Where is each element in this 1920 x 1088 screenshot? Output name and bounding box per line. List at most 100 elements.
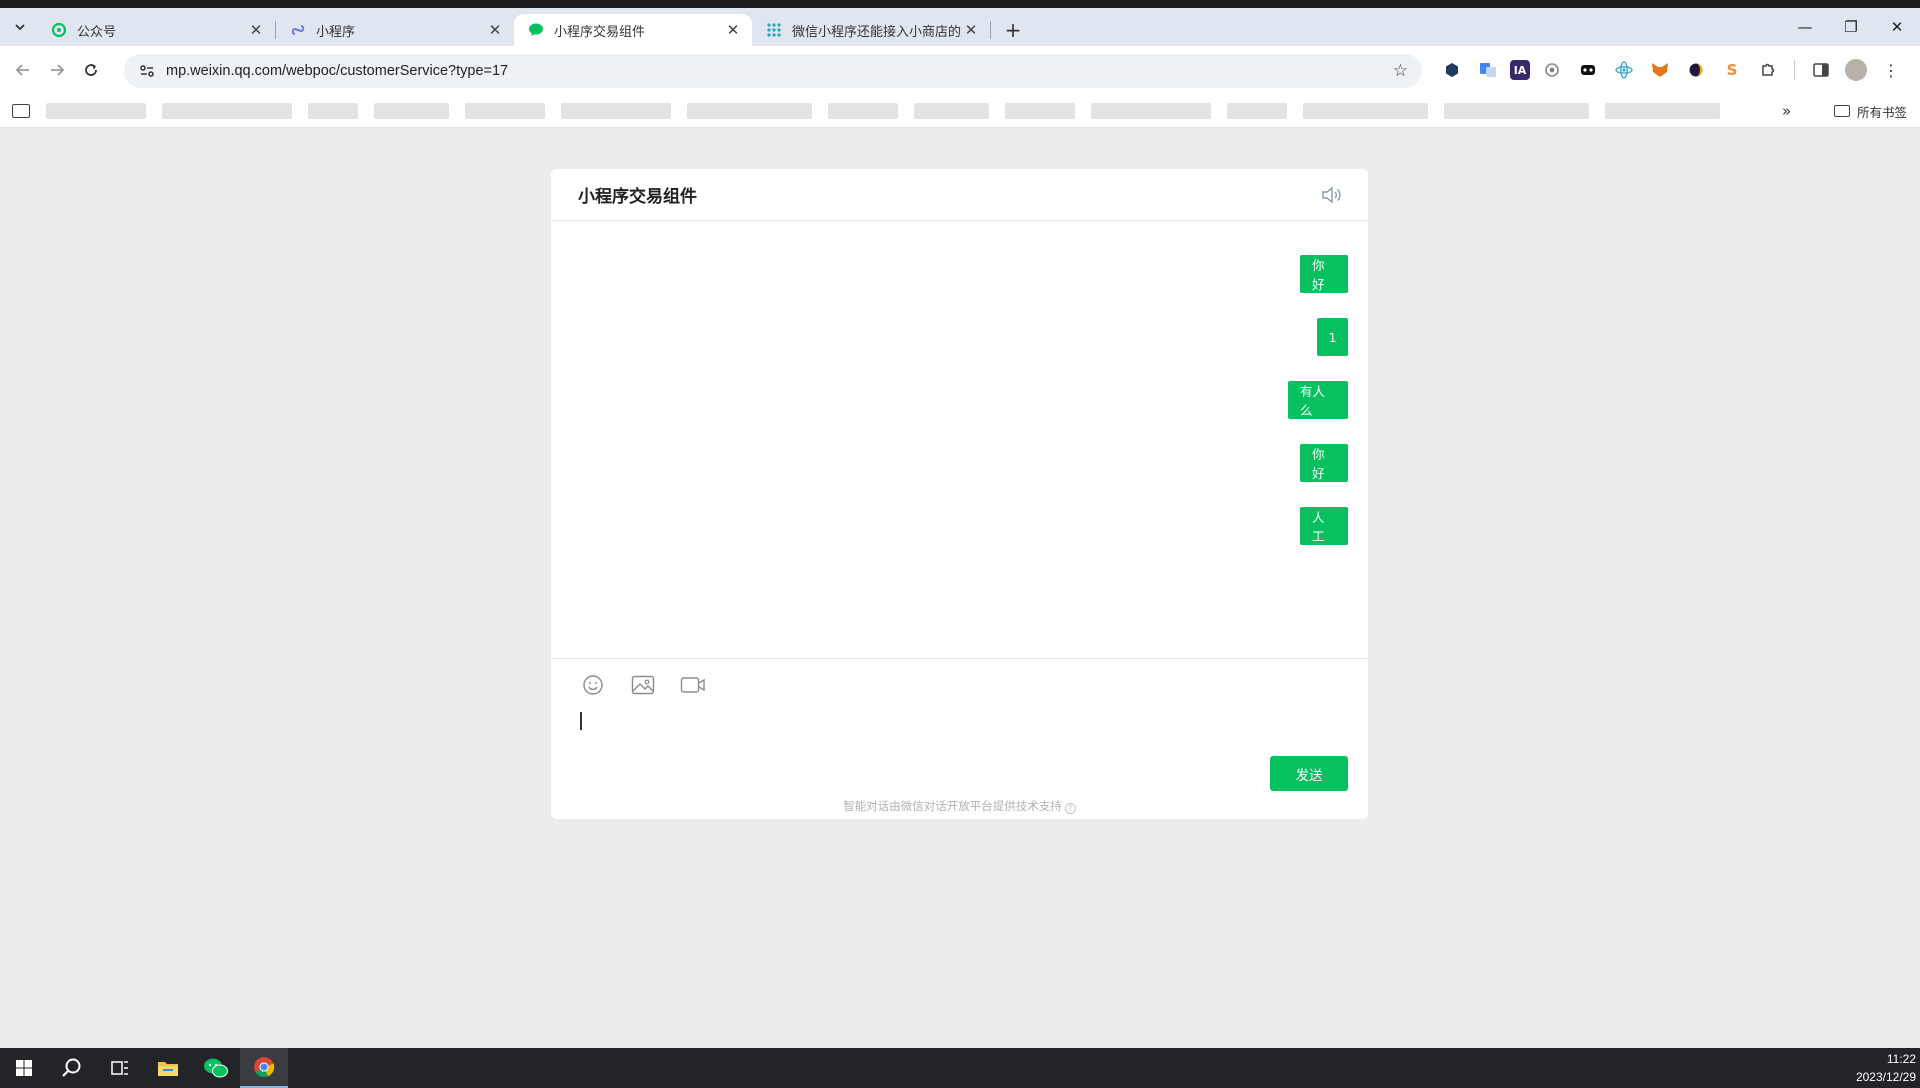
arrow-right-icon	[51, 64, 65, 76]
extension-s-icon[interactable]: S	[1718, 56, 1746, 84]
tab-title: 小程序	[316, 24, 356, 40]
video-icon[interactable]	[679, 671, 707, 699]
task-view-icon[interactable]	[96, 1048, 144, 1088]
bookmark-item[interactable]	[308, 102, 358, 119]
all-bookmarks-label: 所有书签	[1857, 104, 1908, 120]
send-button[interactable]: 发送	[1270, 756, 1348, 791]
system-clock[interactable]: 11:22 2023/12/29	[1856, 1050, 1916, 1086]
message-list[interactable]: 你好 1 有人么 你好 人工	[551, 221, 1368, 658]
side-panel-icon[interactable]	[1807, 56, 1835, 84]
windows-taskbar: 11:22 2023/12/29	[0, 1048, 1920, 1088]
windows-start-icon[interactable]	[0, 1048, 48, 1088]
extension-moon-icon[interactable]	[1682, 56, 1710, 84]
powered-by-note: 智能对话由微信对话开放平台提供技术支持?	[551, 798, 1368, 814]
arrow-left-icon	[15, 64, 29, 76]
chevron-down-icon	[15, 24, 25, 31]
bookmarks-bar: » 所有书签	[0, 94, 1920, 128]
translate-icon[interactable]	[1474, 56, 1502, 84]
extension-react-icon[interactable]	[1610, 56, 1638, 84]
message-bubble: 你好	[1300, 444, 1348, 482]
search-icon[interactable]	[48, 1048, 96, 1088]
intellij-icon[interactable]: IA	[1510, 60, 1530, 80]
folder-icon	[1834, 105, 1850, 117]
chrome-app-icon[interactable]	[240, 1048, 288, 1088]
address-bar[interactable]: mp.weixin.qq.com/webpoc/customerService?…	[124, 54, 1422, 88]
bookmark-item[interactable]	[1303, 102, 1428, 119]
tab-title: 小程序交易组件	[554, 24, 646, 40]
message-input[interactable]	[579, 707, 1339, 747]
bookmark-item[interactable]	[687, 102, 812, 119]
tab-separator	[990, 21, 991, 39]
browser-tab-bar: 公众号 ✕ 小程序 ✕ 小程序交易组件 ✕ 微信小程序还能接入小商店的交 ✕ +…	[0, 8, 1920, 46]
message-bubble: 有人么	[1288, 381, 1348, 419]
metamask-fox-icon[interactable]	[1646, 56, 1674, 84]
bookmark-item[interactable]	[1605, 102, 1720, 119]
message-bubble: 1	[1317, 318, 1348, 356]
bookmark-item[interactable]	[1005, 102, 1075, 119]
bookmark-item[interactable]	[1227, 102, 1287, 119]
url-text[interactable]: mp.weixin.qq.com/webpoc/customerService?…	[166, 63, 1393, 79]
all-bookmarks-button[interactable]: 所有书签	[1834, 94, 1907, 128]
bookmark-item[interactable]	[465, 102, 545, 119]
tab-gongzhonghao[interactable]: 公众号 ✕	[37, 14, 275, 46]
window-controls: — ❐ ✕	[1782, 8, 1920, 46]
bookmark-item[interactable]	[374, 102, 449, 119]
bookmark-item[interactable]	[828, 102, 898, 119]
extension-1-icon[interactable]	[1438, 56, 1466, 84]
bookmark-item[interactable]	[1091, 102, 1211, 119]
tab-title: 微信小程序还能接入小商店的交	[792, 24, 962, 40]
bookmarks-more-button[interactable]: »	[1782, 102, 1791, 120]
speaker-icon[interactable]	[1319, 184, 1345, 206]
bookmark-item[interactable]	[914, 102, 989, 119]
screen-top-strip	[0, 0, 1920, 8]
reload-button[interactable]	[74, 53, 108, 87]
browser-toolbar: mp.weixin.qq.com/webpoc/customerService?…	[0, 46, 1920, 94]
wechat-mp-icon	[51, 22, 67, 38]
clock-date: 2023/12/29	[1855, 1070, 1916, 1084]
bookmark-item[interactable]	[162, 102, 292, 119]
back-button[interactable]	[6, 53, 40, 87]
close-icon[interactable]: ✕	[724, 21, 742, 39]
message-bubble: 你好	[1300, 255, 1348, 293]
extensions-row: IA S ⋮	[1434, 46, 1909, 94]
tab-title: 公众号	[77, 24, 117, 40]
minimize-icon[interactable]: —	[1782, 8, 1828, 46]
profile-avatar[interactable]	[1845, 59, 1867, 81]
grid-dots-icon	[766, 22, 782, 38]
text-cursor	[580, 712, 582, 730]
file-explorer-icon[interactable]	[144, 1048, 192, 1088]
close-window-icon[interactable]: ✕	[1874, 8, 1920, 46]
wechat-app-icon[interactable]	[192, 1048, 240, 1088]
info-icon[interactable]: ?	[1064, 803, 1076, 814]
powered-by-text: 智能对话由微信对话开放平台提供技术支持	[843, 799, 1062, 813]
message-composer: 发送 智能对话由微信对话开放平台提供技术支持?	[551, 658, 1368, 819]
tab-trade-component[interactable]: 小程序交易组件 ✕	[514, 14, 752, 46]
extension-gear-icon[interactable]	[1538, 56, 1566, 84]
composer-tools	[579, 671, 729, 699]
new-tab-button[interactable]: +	[999, 16, 1027, 44]
chat-title: 小程序交易组件	[578, 187, 697, 207]
toolbar-separator	[1794, 60, 1795, 80]
site-info-icon[interactable]	[138, 62, 156, 80]
bookmark-item[interactable]	[46, 102, 146, 119]
extensions-puzzle-icon[interactable]	[1754, 56, 1782, 84]
emoji-icon[interactable]	[579, 671, 607, 699]
close-icon[interactable]: ✕	[962, 21, 980, 39]
folder-icon[interactable]	[12, 103, 30, 118]
extension-glasses-icon[interactable]	[1574, 56, 1602, 84]
chat-window: 小程序交易组件 你好 1 有人么 你好 人工 发送 智能对话由微信对话开放平台提…	[551, 169, 1368, 819]
tab-xiaochengxu[interactable]: 小程序 ✕	[276, 14, 514, 46]
bookmark-star-icon[interactable]: ☆	[1393, 61, 1408, 81]
forward-button[interactable]	[40, 53, 74, 87]
message-bubble: 人工	[1300, 507, 1348, 545]
tab-search-button[interactable]	[7, 14, 33, 40]
image-icon[interactable]	[629, 671, 657, 699]
mini-program-icon	[290, 22, 306, 38]
menu-kebab-icon[interactable]: ⋮	[1877, 56, 1905, 84]
restore-icon[interactable]: ❐	[1828, 8, 1874, 46]
close-icon[interactable]: ✕	[486, 21, 504, 39]
close-icon[interactable]: ✕	[247, 21, 265, 39]
bookmark-item[interactable]	[561, 102, 671, 119]
tab-article[interactable]: 微信小程序还能接入小商店的交 ✕	[752, 14, 990, 46]
bookmark-item[interactable]	[1444, 102, 1589, 119]
